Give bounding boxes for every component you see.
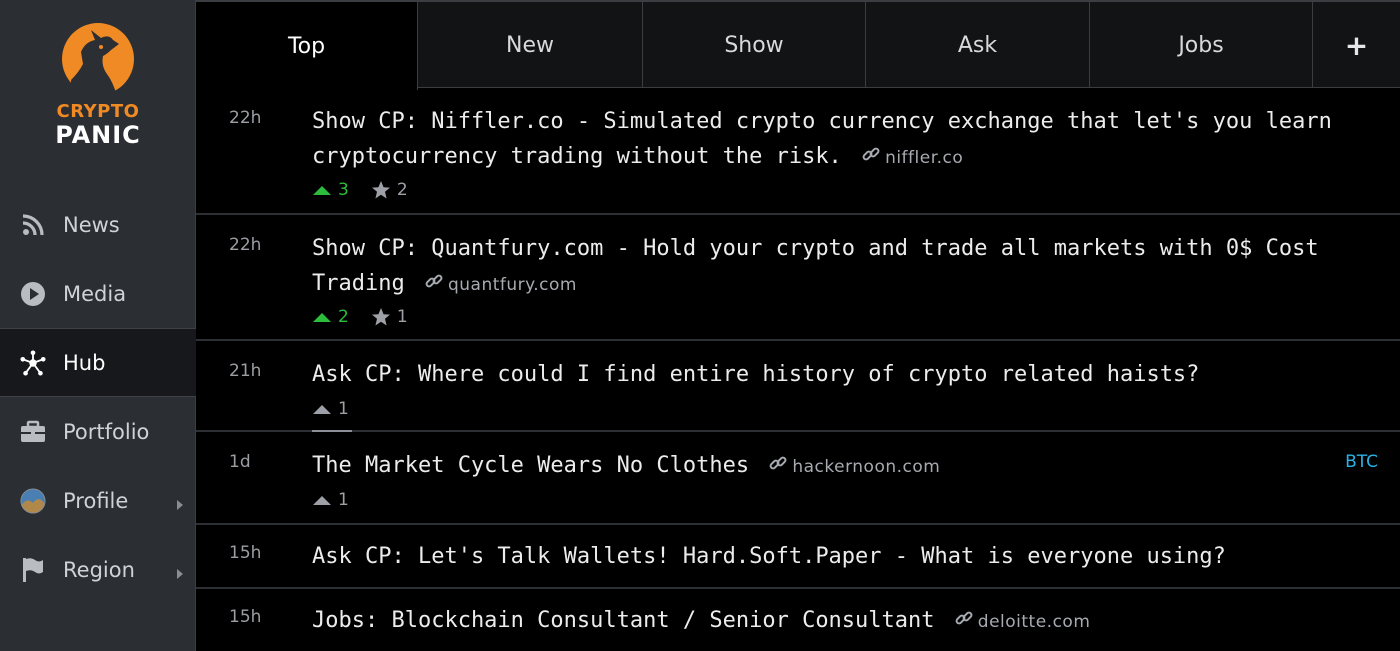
post-time: 15h [229,543,262,563]
post-time: 22h [229,108,262,128]
avatar-icon [20,487,46,514]
link-icon [424,267,444,302]
post-meta: 3 2 [312,180,408,200]
triangle-up-icon [313,313,331,322]
post-domain[interactable]: deloitte.com [978,612,1091,632]
logo-text-crypto: CRYPTO [56,101,140,122]
post-title-block: Ask CP: Let's Talk Wallets! Hard.Soft.Pa… [312,539,1332,574]
post-domain[interactable]: hackernoon.com [792,457,940,477]
post-title[interactable]: Show CP: Niffler.co - Simulated crypto c… [312,109,1332,169]
triangle-up-icon [313,496,331,505]
hub-network-icon [20,349,46,376]
post-title-block: The Market Cycle Wears No Clothes hacker… [312,448,1332,485]
link-icon [768,449,788,484]
sidebar: CRYPTO PANIC News Media Hub Portfolio Pr… [0,0,196,651]
post-title-block: Show CP: Niffler.co - Simulated crypto c… [312,104,1332,176]
link-icon [954,604,974,639]
triangle-up-icon [313,186,331,195]
triangle-up-icon [313,405,331,414]
vote-count: 1 [338,490,349,510]
save-star-button[interactable]: 1 [371,307,408,327]
post-time: 21h [229,361,262,381]
vote-count: 3 [338,180,349,200]
tab-ask[interactable]: Ask [866,2,1090,88]
flag-icon [20,557,46,583]
sidebar-item-media[interactable]: Media [0,259,196,328]
sidebar-item-label: Hub [63,350,106,375]
logo[interactable]: CRYPTO PANIC [0,22,196,148]
post-meta: 1 [312,399,371,419]
post-title-block: Show CP: Quantfury.com - Hold your crypt… [312,231,1332,303]
upvote-button[interactable]: 3 [312,180,349,200]
vote-count: 2 [338,307,349,327]
post-time: 15h [229,607,262,627]
post-title-block: Ask CP: Where could I find entire histor… [312,357,1332,392]
post-title[interactable]: Jobs: Blockchain Consultant / Senior Con… [312,608,935,633]
list-item[interactable]: 22h Show CP: Quantfury.com - Hold your c… [196,215,1400,341]
sidebar-item-label: Media [63,281,127,306]
link-icon [861,140,881,175]
sidebar-item-label: News [63,212,120,237]
post-time: 1d [229,452,251,472]
add-tab-button[interactable]: + [1313,2,1400,88]
chevron-right-icon [176,561,184,585]
post-title[interactable]: Ask CP: Where could I find entire histor… [312,362,1199,387]
post-meta: 1 [312,490,371,510]
list-item[interactable]: 15h Ask CP: Let's Talk Wallets! Hard.Sof… [196,525,1400,589]
sidebar-item-hub[interactable]: Hub [0,328,196,397]
tab-jobs[interactable]: Jobs [1090,2,1313,88]
logo-text-panic: PANIC [55,121,141,149]
list-item[interactable]: 15h Jobs: Blockchain Consultant / Senior… [196,589,1400,651]
tab-show[interactable]: Show [643,2,866,88]
post-title[interactable]: The Market Cycle Wears No Clothes [312,453,749,478]
wolf-logo-icon [62,23,134,96]
sidebar-nav: News Media Hub Portfolio Profile Region [0,190,196,604]
list-item[interactable]: 1d The Market Cycle Wears No Clothes hac… [196,432,1400,525]
upvote-button[interactable]: 1 [312,399,349,419]
sidebar-item-portfolio[interactable]: Portfolio [0,397,196,466]
tab-bar: Top New Show Ask Jobs + [196,0,1400,90]
star-count: 2 [396,180,408,200]
list-item[interactable]: 21h Ask CP: Where could I find entire hi… [196,341,1400,432]
post-list: 22h Show CP: Niffler.co - Simulated cryp… [196,88,1400,651]
briefcase-icon [20,419,46,445]
upvote-button[interactable]: 1 [312,490,349,510]
star-count: 1 [396,307,408,327]
post-domain[interactable]: niffler.co [885,148,963,168]
play-circle-icon [20,281,46,307]
sidebar-item-region[interactable]: Region [0,535,196,604]
post-title-block: Jobs: Blockchain Consultant / Senior Con… [312,603,1332,640]
sidebar-item-news[interactable]: News [0,190,196,259]
list-item[interactable]: 22h Show CP: Niffler.co - Simulated cryp… [196,88,1400,215]
rss-icon [20,212,46,238]
sidebar-item-profile[interactable]: Profile [0,466,196,535]
vote-count: 1 [338,399,349,419]
star-icon [371,181,390,199]
sidebar-item-label: Region [63,557,135,582]
sidebar-item-label: Portfolio [63,419,150,444]
sidebar-item-label: Profile [63,488,129,513]
post-time: 22h [229,235,262,255]
upvote-button[interactable]: 2 [312,307,349,327]
post-domain[interactable]: quantfury.com [448,275,577,295]
tab-top[interactable]: Top [196,2,418,90]
tab-new[interactable]: New [418,2,643,88]
currency-tag-btc[interactable]: BTC [1345,452,1378,472]
chevron-right-icon [176,492,184,516]
post-meta: 2 1 [312,307,408,327]
save-star-button[interactable]: 2 [371,180,408,200]
post-title[interactable]: Ask CP: Let's Talk Wallets! Hard.Soft.Pa… [312,544,1226,569]
star-icon [371,308,390,326]
